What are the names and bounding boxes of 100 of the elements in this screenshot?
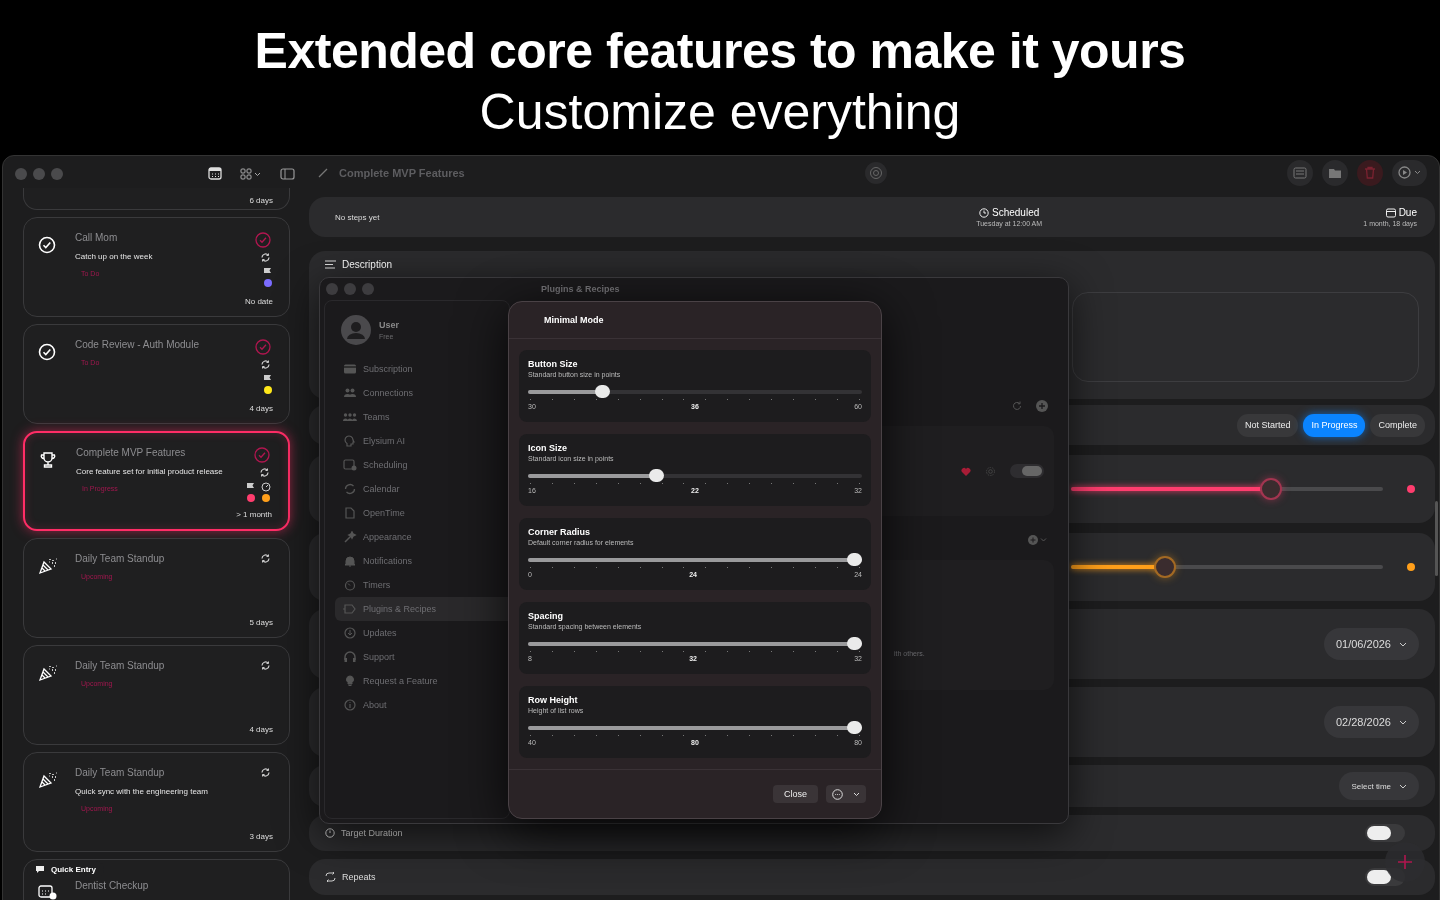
repeat-icon xyxy=(260,767,271,778)
task-title: Daily Team Standup xyxy=(75,767,166,778)
status-option[interactable]: In Progress xyxy=(1303,413,1366,437)
settings-nav-item[interactable]: Elysium AI xyxy=(335,429,509,453)
settings-nav-item[interactable]: Subscription xyxy=(335,357,509,381)
folder-icon[interactable] xyxy=(1322,159,1348,186)
repeat-icon xyxy=(259,467,270,478)
target-icon[interactable] xyxy=(863,160,888,185)
bell-icon xyxy=(343,555,357,567)
party-popper-icon xyxy=(38,771,58,789)
calendar-icon xyxy=(1385,207,1396,218)
credit-card-icon xyxy=(343,363,357,375)
calendar-gear-icon xyxy=(343,459,357,471)
toggle-switch[interactable] xyxy=(1365,824,1405,842)
dialog-title: Minimal Mode xyxy=(544,315,604,325)
check-circle-icon[interactable] xyxy=(254,447,270,463)
settings-nav-item[interactable]: OpenTime xyxy=(335,501,509,525)
slider-thumb[interactable] xyxy=(1259,478,1282,500)
chat-bubble-icon xyxy=(35,865,45,874)
head-icon xyxy=(343,435,357,447)
group-icon xyxy=(343,411,357,423)
task-title: Daily Team Standup xyxy=(75,660,166,671)
repeat-icon xyxy=(260,660,271,671)
headline-subtitle: Customize everything xyxy=(479,83,961,142)
calendar-icon[interactable] xyxy=(208,167,222,180)
settings-nav-item[interactable]: Updates xyxy=(335,621,509,645)
task-card[interactable]: 6 days xyxy=(23,188,290,210)
check-circle-icon[interactable] xyxy=(255,232,271,248)
plus-icon xyxy=(1398,855,1412,869)
slider-thumb[interactable] xyxy=(847,553,862,566)
settings-nav-item[interactable]: Plugins & Recipes xyxy=(335,597,509,621)
status-option[interactable]: Not Started xyxy=(1236,413,1299,437)
add-menu-icon[interactable] xyxy=(1028,535,1048,545)
gauge-icon xyxy=(261,482,271,492)
slider[interactable] xyxy=(528,637,862,650)
description-field[interactable] xyxy=(1072,292,1419,382)
grid-view-icon[interactable] xyxy=(240,167,262,180)
play-circle-icon xyxy=(1398,166,1411,179)
settings-nav-item[interactable]: Calendar xyxy=(335,477,509,501)
sidebar-icon[interactable] xyxy=(280,167,295,180)
document-icon xyxy=(343,507,357,519)
slider[interactable] xyxy=(528,385,862,398)
check-circle-icon xyxy=(38,343,56,361)
task-title-field[interactable]: Complete MVP Features xyxy=(339,166,465,179)
settings-nav-item[interactable]: Connections xyxy=(335,381,509,405)
info-icon xyxy=(343,699,357,711)
settings-nav-item[interactable]: Scheduling xyxy=(335,453,509,477)
due-label: Due xyxy=(1398,207,1417,218)
add-circle-icon[interactable] xyxy=(1036,400,1048,412)
due-label: No date xyxy=(244,297,273,306)
slider[interactable] xyxy=(1071,556,1383,578)
repeat-icon xyxy=(260,553,271,564)
headphones-icon xyxy=(343,651,357,663)
toggle-switch[interactable] xyxy=(1010,464,1044,478)
toggle-label: Repeats xyxy=(342,872,376,882)
pencil-icon[interactable] xyxy=(317,166,329,179)
settings-nav-item[interactable]: Teams xyxy=(335,405,509,429)
settings-nav-item[interactable]: Request a Feature xyxy=(335,669,509,693)
slider[interactable] xyxy=(528,721,862,734)
slider-thumb[interactable] xyxy=(649,469,665,482)
slider-thumb[interactable] xyxy=(595,385,610,398)
settings-nav-item[interactable]: About xyxy=(335,693,509,717)
window-title: Plugins & Recipes xyxy=(541,284,620,294)
settings-nav-item[interactable]: Notifications xyxy=(335,549,509,573)
check-circle-icon[interactable] xyxy=(255,339,271,355)
slider[interactable] xyxy=(528,553,862,566)
avatar-icon xyxy=(341,315,371,345)
slider[interactable] xyxy=(1071,478,1383,500)
steps-label: No steps yet xyxy=(335,212,381,222)
slider-thumb[interactable] xyxy=(1153,556,1176,578)
close-button[interactable]: Close xyxy=(773,785,818,803)
status-option[interactable]: Complete xyxy=(1370,413,1425,437)
toggle-label: Target Duration xyxy=(341,828,403,838)
slider[interactable] xyxy=(528,469,862,482)
note-icon[interactable] xyxy=(1287,159,1313,186)
task-note: Quick sync with the engineering team xyxy=(75,787,209,796)
date-picker[interactable]: 01/06/2026 xyxy=(1323,628,1419,660)
run-menu-button[interactable] xyxy=(1392,159,1427,186)
user-name: User xyxy=(379,320,399,330)
date-picker[interactable]: 02/28/2026 xyxy=(1323,706,1419,738)
due-label: 4 days xyxy=(249,404,273,413)
settings-nav-item[interactable]: Timers xyxy=(335,573,509,597)
heart-icon[interactable] xyxy=(961,466,971,476)
due-label: > 1 month xyxy=(236,510,272,519)
chevron-down-icon xyxy=(1399,783,1407,789)
download-icon xyxy=(343,627,357,639)
clock-icon xyxy=(979,207,989,218)
scrollbar[interactable] xyxy=(1435,501,1438,576)
check-circle-icon xyxy=(38,236,56,254)
settings-nav-item[interactable]: Support xyxy=(335,645,509,669)
more-menu-button[interactable] xyxy=(826,785,866,803)
time-picker[interactable]: Select time xyxy=(1339,772,1419,800)
lightbulb-icon xyxy=(343,675,357,687)
setting-label: Row Height xyxy=(528,695,579,705)
settings-nav-item[interactable]: Appearance xyxy=(335,525,509,549)
slider-thumb[interactable] xyxy=(847,637,862,650)
party-popper-icon xyxy=(38,557,58,575)
description-label: Description xyxy=(342,259,393,270)
refresh-icon[interactable] xyxy=(1012,401,1022,411)
slider-thumb[interactable] xyxy=(847,721,862,734)
